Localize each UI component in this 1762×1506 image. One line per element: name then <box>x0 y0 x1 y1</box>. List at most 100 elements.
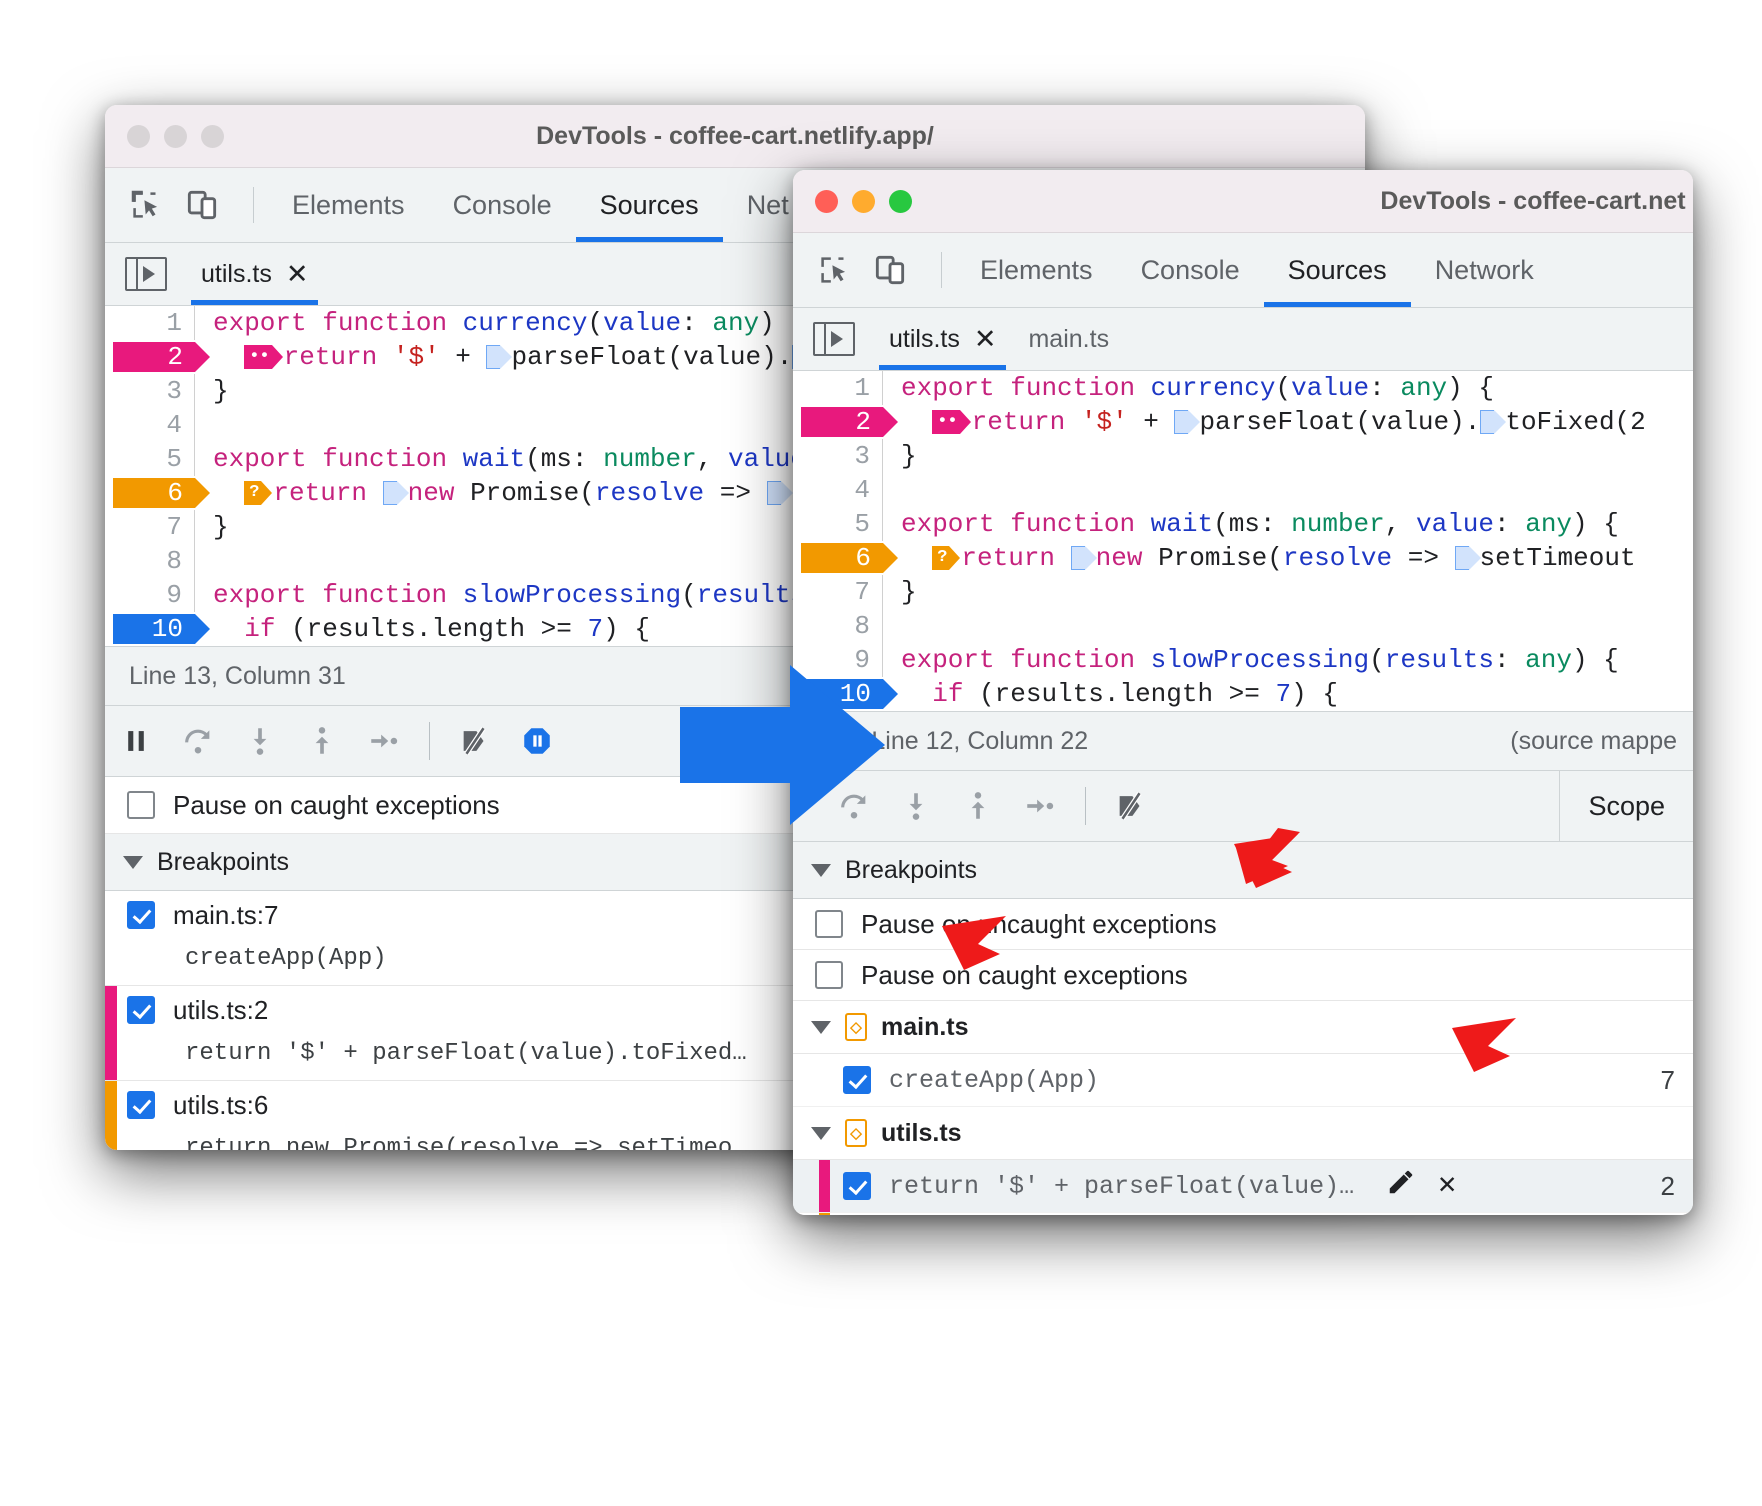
breakpoint-enabled-checkbox[interactable] <box>843 1066 871 1094</box>
line-number-gutter[interactable]: 1 <box>105 306 195 340</box>
inline-breakpoint-badge[interactable]: •• <box>244 345 271 369</box>
code-line[interactable]: 1export function currency(value: any) { <box>793 371 1693 405</box>
code-line[interactable]: 6 ?return new Promise(resolve => setTime… <box>793 541 1693 575</box>
tab-sources[interactable]: Sources <box>1264 233 1411 307</box>
inline-breakpoint-chip[interactable] <box>1174 410 1188 434</box>
code-line[interactable]: 5export function wait(ms: number, value:… <box>793 507 1693 541</box>
breakpoint-row[interactable]: return '$' + parseFloat(value)…✕2 <box>793 1160 1693 1213</box>
close-button-icon[interactable] <box>127 125 150 148</box>
inline-breakpoint-badge[interactable]: ? <box>932 546 949 570</box>
code-line[interactable]: 8 <box>793 609 1693 643</box>
inline-breakpoint-chip[interactable] <box>383 481 397 505</box>
line-number-gutter[interactable]: 2 <box>793 405 883 439</box>
chevron-down-icon[interactable] <box>811 1127 831 1140</box>
pause-on-exceptions-icon[interactable] <box>506 706 568 776</box>
line-number-gutter[interactable]: 8 <box>105 544 195 578</box>
breakpoint-row[interactable]: createApp(App)7 <box>793 1054 1693 1107</box>
inline-breakpoint-badge[interactable]: •• <box>932 410 959 434</box>
line-number-gutter[interactable]: 2 <box>105 340 195 374</box>
code-line[interactable]: 7} <box>793 575 1693 609</box>
show-navigator-icon[interactable] <box>813 322 855 356</box>
pause-on-caught-checkbox[interactable] <box>127 791 155 819</box>
code-line[interactable]: 3} <box>793 439 1693 473</box>
tab-console[interactable]: Console <box>429 168 576 242</box>
breakpoint-enabled-checkbox[interactable] <box>127 996 155 1024</box>
tab-elements[interactable]: Elements <box>268 168 429 242</box>
traffic-light-buttons-front[interactable] <box>793 190 912 213</box>
device-toolbar-icon[interactable] <box>871 251 909 289</box>
step-into-icon[interactable] <box>229 706 291 776</box>
line-number-gutter[interactable]: 5 <box>793 507 883 541</box>
breakpoint-marker[interactable]: 6 <box>801 543 883 573</box>
inline-breakpoint-badge[interactable]: ? <box>244 481 261 505</box>
deactivate-breakpoints-icon[interactable] <box>444 706 506 776</box>
line-number-gutter[interactable]: 10 <box>105 612 195 646</box>
traffic-light-buttons-back[interactable] <box>105 125 224 148</box>
close-icon[interactable]: ✕ <box>974 326 997 353</box>
tab-sources[interactable]: Sources <box>576 168 723 242</box>
breakpoint-enabled-checkbox[interactable] <box>843 1172 871 1200</box>
tab-scope[interactable]: Scope <box>1560 791 1693 822</box>
line-number-gutter[interactable]: 6 <box>793 541 883 575</box>
line-number-gutter[interactable]: 8 <box>793 609 883 643</box>
inspect-element-icon[interactable] <box>127 186 165 224</box>
code-line[interactable]: 10 if (results.length >= 7) { <box>793 677 1693 711</box>
inspect-element-icon[interactable] <box>815 251 853 289</box>
line-number-gutter[interactable]: 1 <box>793 371 883 405</box>
file-tab-utils-ts[interactable]: utils.ts ✕ <box>873 308 1012 370</box>
inline-breakpoint-chip[interactable] <box>1480 410 1494 434</box>
breakpoint-marker[interactable]: 2 <box>113 342 195 372</box>
code-line[interactable]: 9export function slowProcessing(results:… <box>793 643 1693 677</box>
line-number-gutter[interactable]: 3 <box>105 374 195 408</box>
edit-pencil-icon[interactable] <box>1386 1167 1416 1205</box>
breakpoint-enabled-checkbox[interactable] <box>127 1091 155 1119</box>
breakpoint-row[interactable]: return new Promise(resolve => setT…6 <box>793 1213 1693 1215</box>
close-icon[interactable]: ✕ <box>286 261 309 288</box>
inline-breakpoint-chip[interactable] <box>1071 546 1085 570</box>
breakpoints-grouped-list[interactable]: ◇main.tscreateApp(App)7◇utils.tsreturn '… <box>793 1001 1693 1215</box>
step-out-icon[interactable] <box>291 706 353 776</box>
chevron-down-icon[interactable] <box>811 864 831 877</box>
file-tab-main-ts[interactable]: main.ts <box>1012 308 1125 370</box>
pause-on-uncaught-checkbox[interactable] <box>815 910 843 938</box>
code-line[interactable]: 4 <box>793 473 1693 507</box>
minimize-button-icon[interactable] <box>852 190 875 213</box>
breakpoint-marker[interactable]: 6 <box>113 478 195 508</box>
step-over-icon[interactable] <box>167 706 229 776</box>
line-number-gutter[interactable]: 5 <box>105 442 195 476</box>
tab-console[interactable]: Console <box>1117 233 1264 307</box>
tab-elements[interactable]: Elements <box>956 233 1117 307</box>
line-number-gutter[interactable]: 7 <box>793 575 883 609</box>
minimize-button-icon[interactable] <box>164 125 187 148</box>
deactivate-breakpoints-icon[interactable] <box>1100 771 1162 841</box>
step-into-icon[interactable] <box>885 771 947 841</box>
inline-breakpoint-chip[interactable] <box>767 481 781 505</box>
breakpoint-marker[interactable]: 2 <box>801 407 883 437</box>
chevron-down-icon[interactable] <box>123 856 143 869</box>
inline-breakpoint-chip[interactable] <box>1455 546 1469 570</box>
step-out-icon[interactable] <box>947 771 1009 841</box>
close-button-icon[interactable] <box>815 190 838 213</box>
step-icon[interactable] <box>353 706 415 776</box>
remove-breakpoint-icon[interactable]: ✕ <box>1438 1171 1456 1201</box>
breakpoint-file-group-header[interactable]: ◇main.ts <box>793 1001 1693 1054</box>
inline-breakpoint-chip[interactable] <box>486 345 500 369</box>
breakpoint-marker[interactable]: 10 <box>113 614 195 644</box>
breakpoint-file-group-header[interactable]: ◇utils.ts <box>793 1107 1693 1160</box>
step-icon[interactable] <box>1009 771 1071 841</box>
maximize-button-icon[interactable] <box>889 190 912 213</box>
code-line[interactable]: 2 ••return '$' + parseFloat(value).toFix… <box>793 405 1693 439</box>
line-number-gutter[interactable]: 4 <box>105 408 195 442</box>
line-number-gutter[interactable]: 6 <box>105 476 195 510</box>
file-tab-utils-ts[interactable]: utils.ts ✕ <box>185 243 324 305</box>
pause-on-caught-checkbox[interactable] <box>815 961 843 989</box>
line-number-gutter[interactable]: 7 <box>105 510 195 544</box>
pause-resume-icon[interactable] <box>105 706 167 776</box>
breakpoint-enabled-checkbox[interactable] <box>127 901 155 929</box>
chevron-down-icon[interactable] <box>811 1021 831 1034</box>
tab-network[interactable]: Network <box>1411 233 1558 307</box>
line-number-gutter[interactable]: 3 <box>793 439 883 473</box>
line-number-gutter[interactable]: 4 <box>793 473 883 507</box>
device-toolbar-icon[interactable] <box>183 186 221 224</box>
code-editor-front[interactable]: 1export function currency(value: any) {2… <box>793 371 1693 711</box>
